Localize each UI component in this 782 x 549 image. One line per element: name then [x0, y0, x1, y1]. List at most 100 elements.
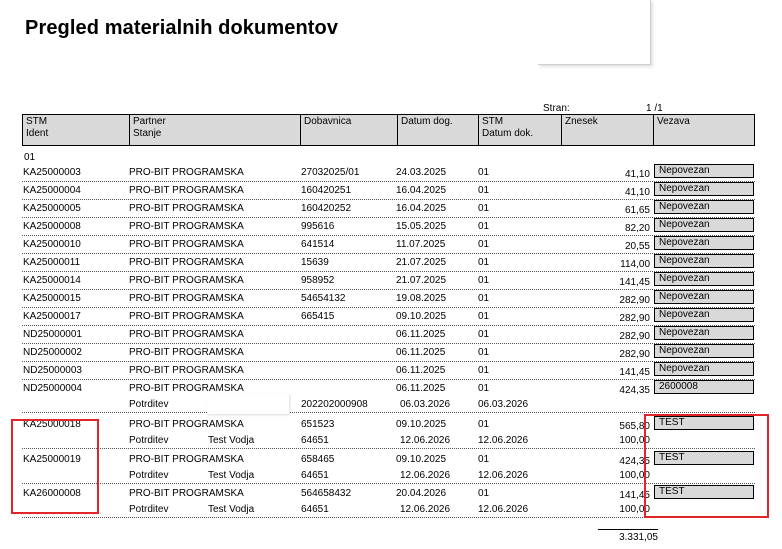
row-vezava-field[interactable]: Nepovezan — [654, 254, 754, 268]
row-stm: 01 — [478, 365, 490, 376]
row-vezava-field[interactable]: Nepovezan — [654, 290, 754, 304]
row-vezava-field[interactable]: Nepovezan — [654, 236, 754, 250]
row-partner: PRO-BIT PROGRAMSKA — [129, 347, 244, 358]
row-vezava-field[interactable]: Nepovezan — [654, 164, 754, 178]
row-znesek: 114,00 — [620, 259, 650, 270]
table-row[interactable]: KA25000008 PRO-BIT PROGRAMSKA 995616 15.05.… — [22, 217, 755, 236]
table-row[interactable]: ND25000001 PRO-BIT PROGRAMSKA 06.11.2025 01… — [22, 325, 755, 344]
row-partner: PRO-BIT PROGRAMSKA — [129, 167, 244, 178]
row-znesek: 141,45 — [619, 367, 650, 378]
header-vezava: Vezava — [653, 115, 754, 145]
row-dobavnica: 27032025/01 — [301, 167, 360, 178]
table-row[interactable]: ND25000003 PRO-BIT PROGRAMSKA 06.11.2025 01… — [22, 361, 755, 380]
table-row[interactable]: KA25000010 PRO-BIT PROGRAMSKA 641514 11.07.… — [22, 235, 755, 254]
row-dobavnica: 958952 — [301, 275, 335, 286]
row-vezava-field[interactable]: Nepovezan — [654, 200, 754, 214]
row-partner: PRO-BIT PROGRAMSKA — [129, 454, 244, 465]
row-znesek: 82,20 — [624, 223, 650, 234]
row-znesek: 61,65 — [624, 205, 650, 216]
row-stm: 01 — [478, 203, 490, 214]
table-row[interactable]: KA25000004 PRO-BIT PROGRAMSKA 160420251 16.… — [22, 181, 755, 200]
table-row[interactable]: KA25000003 PRO-BIT PROGRAMSKA 27032025/01 2… — [22, 163, 755, 182]
subrow-datum-dok: 12.06.2026 — [478, 504, 529, 515]
row-partner: PRO-BIT PROGRAMSKA — [129, 185, 244, 196]
row-vezava-field[interactable]: Nepovezan — [654, 308, 754, 322]
row-ident: ND25000004 — [23, 383, 82, 394]
row-stm: 01 — [478, 185, 490, 196]
subrow-datum: 12.06.2026 — [400, 470, 451, 481]
row-vezava-field[interactable]: Nepovezan — [654, 182, 754, 196]
row-datum-dog: 15.05.2025 — [396, 221, 447, 232]
row-datum-dog: 09.10.2025 — [396, 419, 447, 430]
row-datum-dog: 16.04.2025 — [396, 203, 447, 214]
header-stm-datum-dok: STM Datum dok. — [478, 115, 561, 145]
subrow-datum: 12.06.2026 — [400, 435, 451, 446]
subrow-vodja: Test Vodja — [208, 435, 255, 446]
row-partner: PRO-BIT PROGRAMSKA — [129, 257, 244, 268]
row-partner: PRO-BIT PROGRAMSKA — [129, 221, 244, 232]
row-partner: PRO-BIT PROGRAMSKA — [129, 293, 244, 304]
header-label: Datum dok. — [482, 128, 534, 139]
row-partner: PRO-BIT PROGRAMSKA — [129, 488, 244, 499]
table-row[interactable]: KA25000015 PRO-BIT PROGRAMSKA 54654132 19.0… — [22, 289, 755, 308]
table-row[interactable]: KA25000017 PRO-BIT PROGRAMSKA 665415 09.10.… — [22, 307, 755, 326]
header-label: STM — [26, 116, 48, 127]
row-stm: 01 — [478, 167, 490, 178]
table-row[interactable]: KA25000005 PRO-BIT PROGRAMSKA 160420252 16.… — [22, 199, 755, 218]
row-dobavnica: 15639 — [301, 257, 329, 268]
subrow-znesek: 100,00 — [619, 470, 650, 481]
overlay-white-strip — [207, 394, 289, 414]
row-partner: PRO-BIT PROGRAMSKA — [129, 365, 244, 376]
row-vezava-field[interactable]: Nepovezan — [654, 344, 754, 358]
table-row[interactable]: ND25000004 PRO-BIT PROGRAMSKA 06.11.2025 01… — [22, 379, 755, 397]
table-row[interactable]: KA25000011 PRO-BIT PROGRAMSKA 15639 21.07.2… — [22, 253, 755, 272]
row-vezava-field[interactable]: 2600008 — [654, 380, 754, 394]
highlight-box-vezava — [644, 414, 769, 518]
table-header: STM Ident Partner Stanje Dobavnica Datum… — [22, 114, 755, 146]
highlight-box-idents — [11, 419, 99, 514]
subrow-znesek: 100,00 — [619, 504, 650, 515]
row-znesek: 282,90 — [619, 331, 650, 342]
row-partner: PRO-BIT PROGRAMSKA — [129, 383, 244, 394]
subrow-stanje: Potrditev — [129, 435, 169, 446]
row-znesek: 282,90 — [619, 349, 650, 360]
row-partner: PRO-BIT PROGRAMSKA — [129, 239, 244, 250]
row-partner: PRO-BIT PROGRAMSKA — [129, 419, 244, 430]
row-ident: KA25000017 — [23, 311, 81, 322]
group-label: 01 — [24, 152, 36, 163]
row-datum-dog: 24.03.2025 — [396, 167, 447, 178]
row-dobavnica: 658465 — [301, 454, 335, 465]
row-ident: ND25000001 — [23, 329, 82, 340]
row-dobavnica: 665415 — [301, 311, 335, 322]
subrow-vodja: Test Vodja — [208, 504, 255, 515]
row-datum-dog: 09.10.2025 — [396, 311, 447, 322]
header-partner-stanje: Partner Stanje — [129, 115, 300, 145]
subrow-dobavnica: 64651 — [301, 470, 329, 481]
row-ident: KA25000005 — [23, 203, 81, 214]
header-datum-dog: Datum dog. — [397, 115, 478, 145]
row-dobavnica: 995616 — [301, 221, 335, 232]
row-datum-dog: 06.11.2025 — [396, 329, 446, 340]
row-datum-dog: 11.07.2025 — [396, 239, 446, 250]
row-vezava-field[interactable]: Nepovezan — [654, 362, 754, 376]
subrow-datum-dok: 06.03.2026 — [478, 399, 529, 410]
row-stm: 01 — [478, 347, 490, 358]
table-row[interactable]: KA25000014 PRO-BIT PROGRAMSKA 958952 21.07.… — [22, 271, 755, 290]
row-dobavnica: 160420252 — [301, 203, 352, 214]
row-stm: 01 — [478, 293, 490, 304]
row-dobavnica: 160420251 — [301, 185, 352, 196]
header-label: STM — [482, 116, 504, 127]
header-znesek: Znesek — [561, 115, 653, 145]
row-dobavnica: 651523 — [301, 419, 335, 430]
row-vezava-field[interactable]: Nepovezan — [654, 326, 754, 340]
row-stm: 01 — [478, 257, 490, 268]
table-row[interactable]: ND25000002 PRO-BIT PROGRAMSKA 06.11.2025 01… — [22, 343, 755, 362]
row-stm: 01 — [478, 239, 490, 250]
row-ident: KA25000003 — [23, 167, 81, 178]
subrow-datum-dok: 12.06.2026 — [478, 470, 529, 481]
row-datum-dog: 06.11.2025 — [396, 365, 446, 376]
row-datum-dog: 16.04.2025 — [396, 185, 447, 196]
row-vezava-field[interactable]: Nepovezan — [654, 272, 754, 286]
subrow-datum-dok: 12.06.2026 — [478, 435, 529, 446]
row-vezava-field[interactable]: Nepovezan — [654, 218, 754, 232]
